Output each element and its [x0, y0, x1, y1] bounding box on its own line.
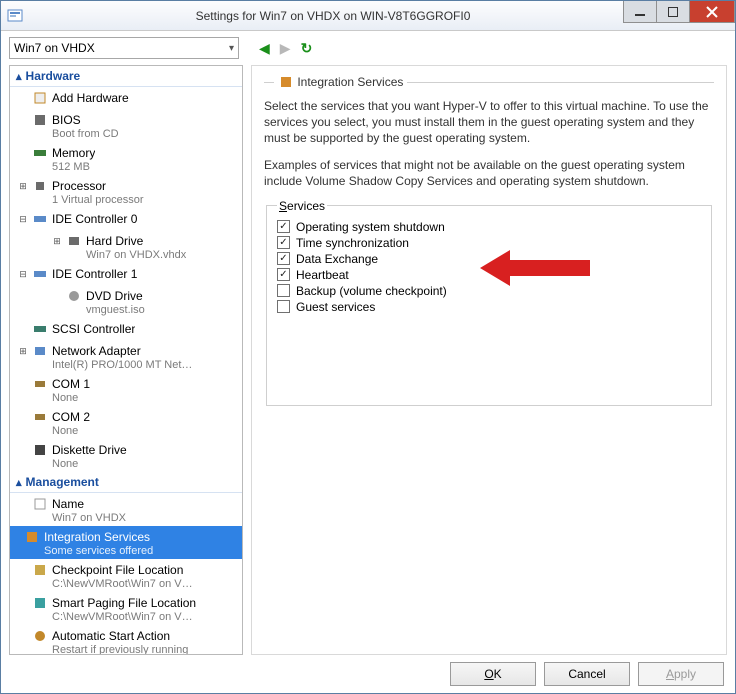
services-legend-rest: ervices [287, 199, 325, 213]
services-fieldset: Services Operating system shutdown Time … [266, 199, 712, 406]
checkbox-icon[interactable] [277, 300, 290, 313]
tree-item-checkpoint-location[interactable]: ▪Checkpoint File Location C:\NewVMRoot\W… [10, 559, 242, 592]
tree-item-hard-drive[interactable]: ⊞Hard Drive Win7 on VHDX.vhdx [10, 230, 242, 263]
service-heartbeat[interactable]: Heartbeat [277, 267, 701, 283]
minimize-button[interactable] [623, 1, 657, 23]
tree-item-memory[interactable]: ▪Memory 512 MB [10, 142, 242, 175]
maximize-button[interactable] [656, 1, 690, 23]
tree-item-diskette[interactable]: ▪Diskette Drive None [10, 439, 242, 472]
service-os-shutdown[interactable]: Operating system shutdown [277, 219, 701, 235]
collapse-icon: ▴ [16, 476, 22, 489]
tree-item-com2[interactable]: ▪COM 2 None [10, 406, 242, 439]
description-1: Select the services that you want Hyper-… [264, 98, 714, 147]
titlebar: Settings for Win7 on VHDX on WIN-V8T6GGR… [1, 1, 735, 31]
cancel-button[interactable]: Cancel [544, 662, 630, 686]
app-icon [7, 8, 23, 24]
tree-item-ide0[interactable]: ⊟IDE Controller 0 [10, 208, 242, 230]
dialog-button-bar: OK Cancel Apply [450, 662, 724, 686]
description-2: Examples of services that might not be a… [264, 157, 714, 189]
ok-button[interactable]: OK [450, 662, 536, 686]
hardware-section-label: Hardware [26, 69, 81, 83]
chevron-down-icon: ▾ [229, 43, 234, 54]
service-time-sync[interactable]: Time synchronization [277, 235, 701, 251]
detail-panel: Integration Services Select the services… [251, 65, 727, 655]
settings-tree[interactable]: ▴ Hardware ▪Add Hardware ▪BIOS Boot from… [9, 65, 243, 655]
service-guest-services[interactable]: Guest services [277, 299, 701, 315]
tree-item-smart-paging[interactable]: ▪Smart Paging File Location C:\NewVMRoot… [10, 592, 242, 625]
hardware-section-header[interactable]: ▴ Hardware [10, 66, 242, 87]
apply-button: Apply [638, 662, 724, 686]
tree-item-processor[interactable]: ⊞Processor 1 Virtual processor [10, 175, 242, 208]
nav-back-icon[interactable]: ◀ [259, 40, 270, 57]
vm-selector-value: Win7 on VHDX [14, 41, 95, 55]
checkbox-icon[interactable] [277, 252, 290, 265]
service-data-exchange[interactable]: Data Exchange [277, 251, 701, 267]
tree-item-bios[interactable]: ▪BIOS Boot from CD [10, 109, 242, 142]
tree-item-scsi[interactable]: ▪SCSI Controller [10, 318, 242, 340]
tree-item-add-hardware[interactable]: ▪Add Hardware [10, 87, 242, 109]
management-section-label: Management [26, 475, 99, 489]
close-button[interactable] [689, 1, 735, 23]
refresh-icon[interactable]: ↻ [301, 40, 313, 57]
tree-item-network-adapter[interactable]: ⊞Network Adapter Intel(R) PRO/1000 MT Ne… [10, 340, 242, 373]
group-title: Integration Services [297, 75, 403, 89]
integration-services-group: Integration Services [264, 74, 714, 90]
management-section-header[interactable]: ▴ Management [10, 472, 242, 493]
checkbox-icon[interactable] [277, 268, 290, 281]
checkbox-icon[interactable] [277, 236, 290, 249]
tree-item-integration-services[interactable]: ▪Integration Services Some services offe… [10, 526, 242, 559]
tree-item-dvd-drive[interactable]: ▪DVD Drive vmguest.iso [10, 285, 242, 318]
tree-item-ide1[interactable]: ⊟IDE Controller 1 [10, 263, 242, 285]
tree-item-auto-start[interactable]: ▪Automatic Start Action Restart if previ… [10, 625, 242, 655]
toolbar: Win7 on VHDX ▾ ◀ ▶ ↻ [1, 31, 735, 65]
nav-forward-icon: ▶ [280, 40, 291, 57]
tree-item-com1[interactable]: ▪COM 1 None [10, 373, 242, 406]
collapse-icon: ▴ [16, 70, 22, 83]
tree-item-name[interactable]: ▪Name Win7 on VHDX [10, 493, 242, 526]
vm-selector-dropdown[interactable]: Win7 on VHDX ▾ [9, 37, 239, 59]
checkbox-icon[interactable] [277, 284, 290, 297]
checkbox-icon[interactable] [277, 220, 290, 233]
service-backup[interactable]: Backup (volume checkpoint) [277, 283, 701, 299]
